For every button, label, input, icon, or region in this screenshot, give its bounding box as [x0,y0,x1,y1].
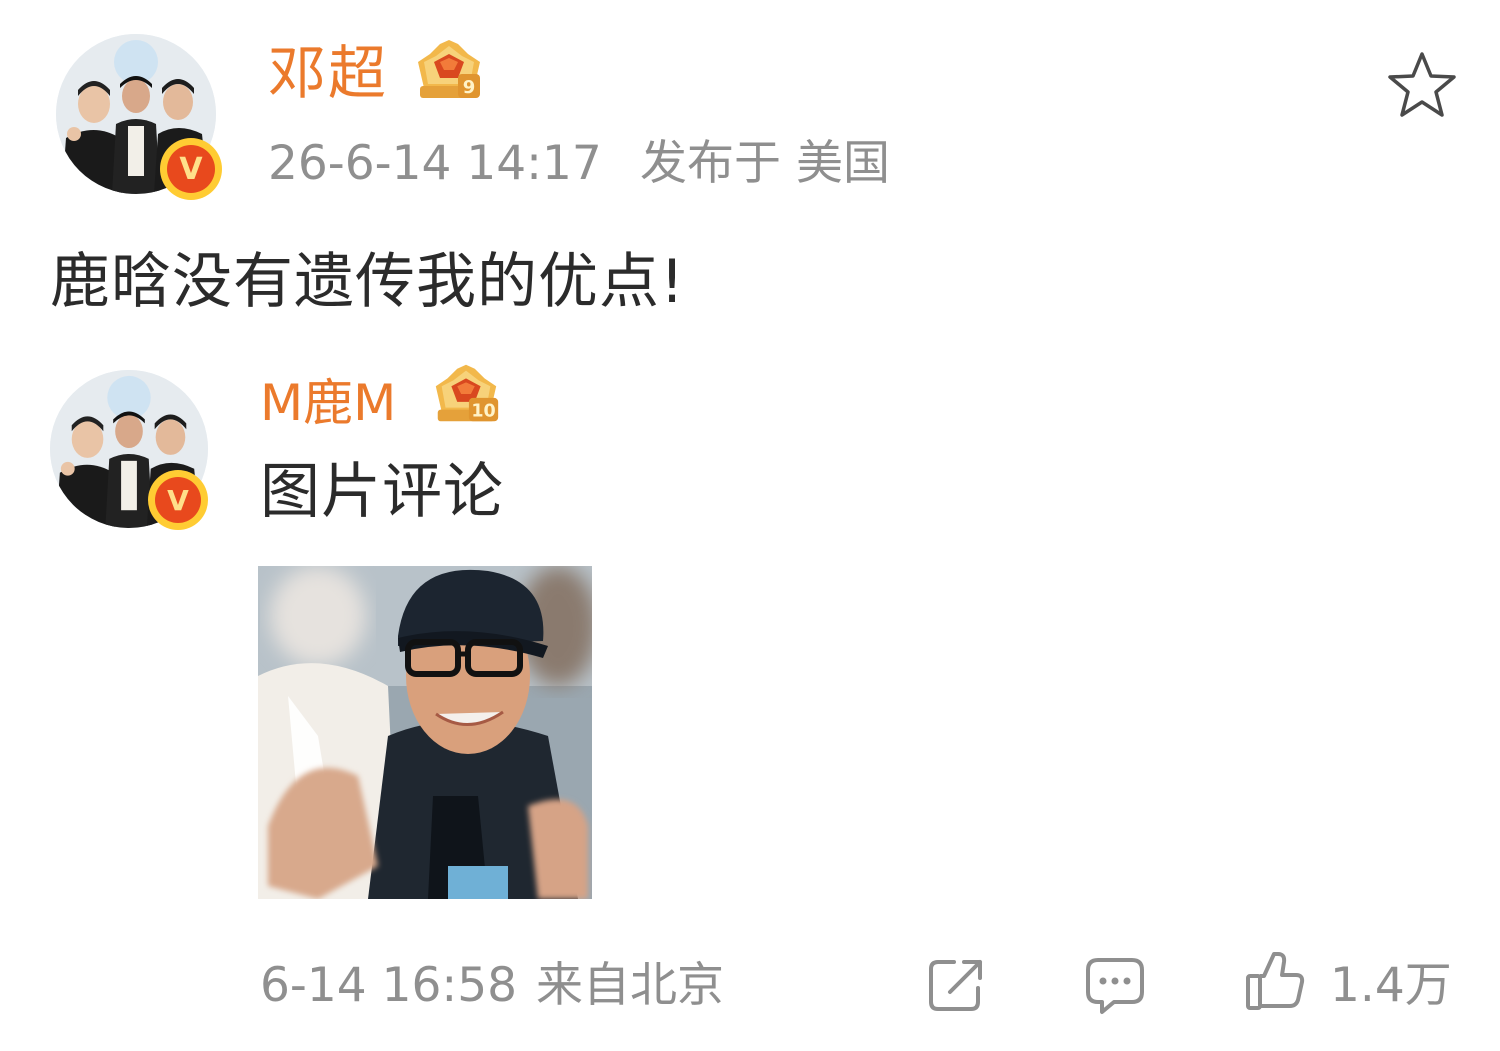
rank-level: 10 [471,401,495,421]
comment-icon[interactable] [1084,954,1146,1016]
thumbs-up-icon[interactable] [1244,950,1306,1012]
comment-timestamp: 6-14 16:58 [260,958,518,1013]
share-icon[interactable] [926,954,988,1016]
comment-source: 来自北京 [536,958,724,1013]
post-text: 鹿晗没有遗传我的优点! [50,247,686,317]
favorite-star-icon[interactable] [1386,50,1458,120]
post-timestamp: 26-6-14 14:17 [268,136,602,191]
rank-crown-icon[interactable]: 9 [410,40,488,102]
comment-photo [258,566,592,899]
verified-mark: V [155,477,201,523]
verified-badge: V [148,470,208,530]
post-author-name[interactable]: 邓超 [268,44,388,102]
comment-image[interactable] [258,566,592,899]
verified-badge: V [160,138,222,200]
like-count[interactable]: 1.4万 [1330,962,1452,1009]
rank-level: 9 [463,77,476,98]
verified-mark: V [167,145,215,193]
post-location: 发布于 美国 [640,136,890,191]
rank-crown-icon[interactable]: 10 [428,364,504,426]
comment-text: 图片评论 [260,457,504,527]
comment-author-name[interactable]: M鹿M [260,378,396,428]
